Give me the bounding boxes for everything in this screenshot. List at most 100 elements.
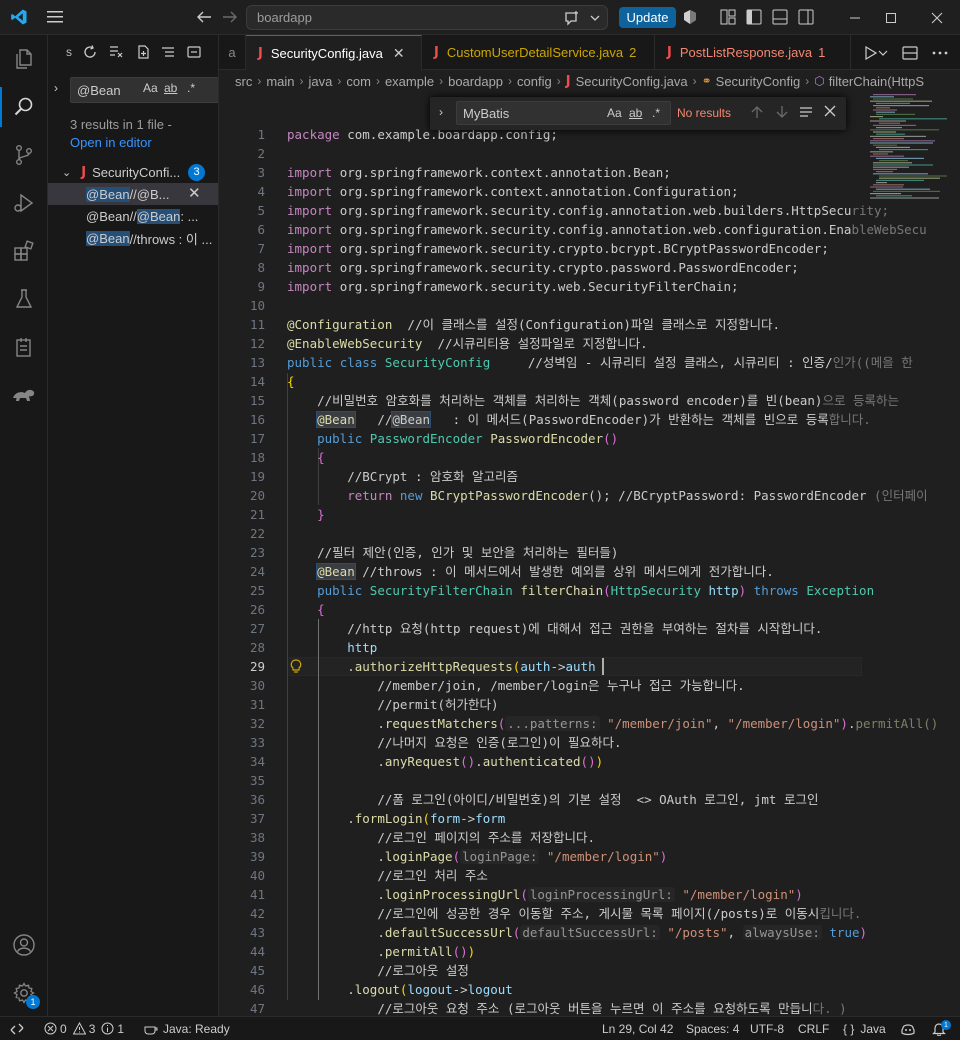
minimap-line (873, 190, 940, 192)
cursor-position[interactable]: Ln 29, Col 42 (602, 1017, 673, 1040)
breadcrumb-item[interactable]: boardapp (448, 74, 503, 89)
problems-indicator[interactable]: 0 3 1 (44, 1017, 124, 1040)
toggle-replace-chevron-icon[interactable]: › (54, 81, 58, 95)
cube-icon[interactable] (680, 7, 700, 27)
dismiss-icon[interactable]: ✕ (188, 184, 201, 202)
search-input[interactable]: @Bean Aa ab .* (70, 77, 218, 103)
close-window-icon[interactable] (914, 0, 960, 35)
result-match-row[interactable]: @Bean // @Bean : ... (48, 205, 218, 227)
breadcrumb-item[interactable]: SecurityConfig (716, 74, 801, 89)
copilot-menu-button[interactable] (560, 7, 604, 29)
copilot-status-icon[interactable] (900, 1017, 916, 1040)
breadcrumb-item[interactable]: com (346, 74, 371, 89)
minimap-line (876, 102, 910, 104)
match-whole-word-option[interactable]: ab (164, 81, 177, 95)
remote-explorer-icon[interactable] (0, 323, 48, 371)
tab-security-config[interactable]: J SecurityConfig.java ✕ (246, 35, 422, 70)
refresh-icon[interactable] (82, 44, 98, 60)
minimap-line (873, 168, 897, 170)
result-match-row[interactable]: @Bean //@B... ✕ (48, 183, 218, 205)
breadcrumb-item[interactable]: filterChain(HttpS (829, 74, 924, 89)
split-editor-icon[interactable] (900, 43, 920, 63)
code-line: { (317, 450, 325, 465)
close-find-icon[interactable] (824, 105, 840, 121)
encoding[interactable]: UTF-8 (750, 1017, 784, 1040)
close-tab-icon[interactable]: ✕ (393, 45, 405, 62)
chevron-down-icon[interactable]: ⌄ (62, 166, 71, 179)
tab-post-list-response[interactable]: J PostListResponse.java 1 (655, 35, 851, 70)
minimap-line (870, 100, 932, 102)
run-dropdown-chevron-icon[interactable] (877, 43, 889, 63)
indentation[interactable]: Spaces: 4 (686, 1017, 739, 1040)
tab-label: a (228, 45, 236, 60)
explorer-icon[interactable] (0, 35, 48, 83)
previous-match-icon[interactable] (750, 105, 766, 121)
view-as-tree-icon[interactable] (160, 44, 176, 60)
minimap-line (870, 186, 903, 188)
code-line: .defaultSuccessUrl(defaultSuccessUrl: "/… (377, 925, 868, 940)
java-status-icon (144, 1023, 158, 1035)
breadcrumb-item[interactable]: example (385, 74, 434, 89)
clear-results-icon[interactable] (108, 44, 124, 60)
breadcrumb-item[interactable]: java (309, 74, 333, 89)
result-file-row[interactable]: ⌄ J SecurityConfi... 3 (48, 161, 218, 183)
new-search-editor-icon[interactable] (136, 44, 152, 60)
breadcrumb-item[interactable]: src (235, 74, 252, 89)
customize-layout-icon[interactable] (719, 8, 737, 26)
match-case-option[interactable]: Aa (143, 81, 158, 95)
minimap-line (876, 107, 890, 109)
result-match-row[interactable]: @Bean //throws : 이 ... (48, 227, 218, 249)
menu-icon[interactable] (44, 7, 66, 27)
match-case-option[interactable]: Aa (607, 106, 622, 120)
testing-flask-icon[interactable] (0, 275, 48, 323)
line-number: 23 (249, 545, 265, 560)
breadcrumb-separator-icon: › (257, 74, 262, 88)
breadcrumb-item[interactable]: SecurityConfig.java (576, 74, 688, 89)
minimap[interactable] (866, 92, 960, 212)
use-regex-option[interactable]: .* (187, 81, 195, 95)
toggle-secondary-sidebar-icon[interactable] (797, 8, 815, 26)
source-control-icon[interactable] (0, 131, 48, 179)
docker-icon[interactable] (0, 371, 48, 419)
use-regex-option[interactable]: .* (652, 106, 660, 120)
minimap-line (870, 129, 939, 131)
run-debug-icon[interactable] (0, 179, 48, 227)
settings-gear-icon[interactable]: 1 (0, 969, 48, 1017)
breadcrumb-item[interactable]: config (517, 74, 552, 89)
minimap-line (873, 109, 897, 111)
toggle-primary-sidebar-icon[interactable] (745, 8, 763, 26)
breadcrumb-item[interactable]: main (266, 74, 294, 89)
command-center[interactable]: boardapp (246, 5, 608, 30)
accounts-icon[interactable] (0, 921, 48, 969)
toggle-panel-icon[interactable] (771, 8, 789, 26)
minimap-line (873, 94, 916, 96)
forward-arrow-icon[interactable] (218, 6, 242, 28)
open-in-editor-link[interactable]: Open in editor (70, 135, 152, 150)
next-match-icon[interactable] (775, 105, 791, 121)
remote-indicator-icon[interactable] (10, 1017, 24, 1040)
minimap-line (879, 149, 928, 151)
search-icon[interactable] (0, 83, 48, 131)
maximize-icon[interactable] (868, 0, 914, 35)
extensions-icon[interactable] (0, 227, 48, 275)
notifications-bell-icon[interactable]: 1 (932, 1017, 951, 1040)
tab-custom-user-detail-service[interactable]: J CustomUserDetailService.java 2 (422, 35, 655, 70)
find-in-selection-icon[interactable] (799, 105, 815, 121)
back-arrow-icon[interactable] (192, 6, 216, 28)
toggle-replace-chevron-icon[interactable]: › (439, 105, 443, 119)
collapse-all-icon[interactable] (186, 44, 202, 60)
code-editor[interactable]: 1 2 3 4 5 6 7 8 9 10 11 12 13 14 15 16 17 18 19 20 21 22 23 24 2… (219, 92, 960, 1016)
match-whole-word-option[interactable]: ab (629, 106, 642, 120)
java-file-icon: J (667, 45, 672, 60)
language-mode[interactable]: { } Java (843, 1017, 886, 1040)
tab-overflow-partial[interactable]: a (219, 35, 246, 70)
code-line: //필터 제안(인증, 인가 및 보안을 처리하는 필터들) (317, 545, 619, 560)
update-button[interactable]: Update (619, 7, 676, 28)
code-lines[interactable]: package com.example.boardapp.config; imp… (287, 125, 960, 1016)
line-number: 19 (249, 469, 265, 484)
end-of-line[interactable]: CRLF (798, 1017, 829, 1040)
java-status[interactable]: Java: Ready (144, 1017, 230, 1040)
breadcrumb-separator-icon: › (556, 74, 561, 88)
more-actions-icon[interactable] (930, 43, 950, 63)
find-input[interactable]: MyBatis Aa ab .* (456, 101, 671, 125)
